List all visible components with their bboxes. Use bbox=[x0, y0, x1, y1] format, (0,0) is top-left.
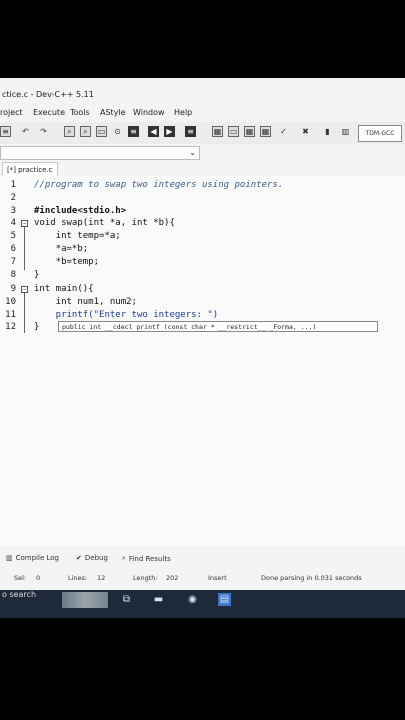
tab-label: Debug bbox=[84, 554, 108, 562]
signature-tooltip: public int __cdecl printf (const char * … bbox=[58, 321, 378, 332]
lines-value: 12 bbox=[97, 574, 106, 582]
debug-icon: ✔ bbox=[76, 554, 82, 562]
compile-icon[interactable]: ▦ bbox=[212, 126, 223, 137]
sel-label: Sel: bbox=[14, 574, 27, 582]
line-number: 9 bbox=[10, 284, 16, 294]
compiler-label: TDM-GCC bbox=[365, 130, 395, 137]
code-line: 4 − void swap(int *a, int *b){ bbox=[0, 218, 405, 231]
menu-help[interactable]: Help bbox=[174, 108, 192, 117]
compile-log-icon: ▥ bbox=[6, 554, 13, 562]
line-number: 3 bbox=[10, 206, 16, 216]
bottom-panel-tabs: ▥ Compile Log ✔ Debug ⌕ Find Results bbox=[0, 552, 405, 566]
line-text: //program to swap two integers using poi… bbox=[34, 180, 284, 190]
line-text: int main(){ bbox=[34, 284, 94, 294]
line-number: 11 bbox=[5, 310, 16, 320]
status-bar: Sel: 0 Lines: 12 Length: 202 Insert Done… bbox=[0, 572, 405, 586]
line-text: int num1, num2; bbox=[34, 297, 137, 307]
code-line: 9 − int main(){ bbox=[0, 284, 405, 297]
line-number: 1 bbox=[10, 180, 16, 190]
line-text: int temp=*a; bbox=[34, 231, 121, 241]
scope-select[interactable]: ⌄ bbox=[0, 146, 200, 160]
lines-label: Lines: bbox=[68, 574, 88, 582]
compile-run-icon[interactable]: ▦ bbox=[244, 126, 255, 137]
length-value: 202 bbox=[166, 574, 179, 582]
line-text: void swap(int *a, int *b){ bbox=[34, 218, 175, 228]
editor-tabs: [*] practice.c bbox=[0, 162, 405, 177]
goto-icon[interactable]: ▭ bbox=[96, 126, 107, 137]
line-number: 8 bbox=[10, 270, 16, 280]
line-text: *b=temp; bbox=[34, 257, 100, 267]
menu-project[interactable]: roject bbox=[0, 108, 23, 117]
compiler-select[interactable]: TDM-GCC bbox=[358, 125, 402, 142]
taskbar: o search ⧉ ▬ ◉ ▤ bbox=[0, 590, 405, 618]
menu-execute[interactable]: Execute bbox=[33, 108, 65, 117]
line-number: 10 bbox=[5, 297, 16, 307]
code-line: 10 int num1, num2; bbox=[0, 297, 405, 310]
unindent-icon[interactable]: ◀ bbox=[148, 126, 159, 137]
code-line: 7 *b=temp; bbox=[0, 257, 405, 270]
code-line: 5 int temp=*a; bbox=[0, 231, 405, 244]
menu-astyle[interactable]: AStyle bbox=[100, 108, 126, 117]
sel-value: 0 bbox=[36, 574, 41, 582]
length-label: Length: bbox=[133, 574, 158, 582]
line-number: 2 bbox=[10, 193, 16, 203]
tab-practice[interactable]: [*] practice.c bbox=[2, 162, 58, 177]
menu-bar: roject Execute Tools AStyle Window Help bbox=[0, 106, 405, 120]
code-editor[interactable]: 1 //program to swap two integers using p… bbox=[0, 176, 405, 546]
taskbar-search[interactable]: o search bbox=[2, 590, 36, 599]
stop-icon[interactable]: ✖ bbox=[300, 126, 311, 137]
new-file-icon[interactable]: ≡ bbox=[0, 126, 11, 137]
menu-window[interactable]: Window bbox=[133, 108, 165, 117]
line-number: 5 bbox=[10, 231, 16, 241]
line-number: 6 bbox=[10, 244, 16, 254]
indent-icon[interactable]: ≡ bbox=[128, 126, 139, 137]
line-text: } bbox=[34, 270, 40, 280]
search-highlight-image bbox=[62, 592, 108, 608]
code-line: 2 bbox=[0, 193, 405, 206]
code-line: 8 } bbox=[0, 270, 405, 283]
find-icon[interactable]: ⌕ bbox=[64, 126, 75, 137]
insert-mode: Insert bbox=[208, 574, 227, 582]
screen: ctice.c - Dev-C++ 5.11 roject Execute To… bbox=[0, 78, 405, 618]
undo-icon[interactable]: ↶ bbox=[20, 126, 31, 137]
fold-collapse-icon[interactable]: − bbox=[21, 220, 28, 227]
line-text: } bbox=[34, 322, 40, 332]
chevron-down-icon[interactable]: ⌄ bbox=[189, 148, 196, 157]
line-number: 4 bbox=[10, 218, 16, 228]
tab-label: Compile Log bbox=[15, 554, 59, 562]
toggle-icon[interactable]: ≡ bbox=[185, 126, 196, 137]
line-number: 12 bbox=[5, 322, 16, 332]
window-title: ctice.c - Dev-C++ 5.11 bbox=[2, 90, 94, 99]
line-text: printf("Enter two integers: ") bbox=[34, 310, 219, 320]
task-view-icon[interactable]: ⧉ bbox=[120, 593, 133, 606]
line-text: *a=*b; bbox=[34, 244, 89, 254]
search-icon[interactable]: ⊙ bbox=[112, 126, 123, 137]
replace-icon[interactable]: ⌕ bbox=[80, 126, 91, 137]
code-line: 1 //program to swap two integers using p… bbox=[0, 180, 405, 193]
app-icon[interactable]: ▤ bbox=[218, 593, 231, 606]
file-explorer-icon[interactable]: ▬ bbox=[152, 593, 165, 606]
tab-label: Find Results bbox=[128, 554, 171, 563]
line-number: 7 bbox=[10, 257, 16, 267]
code-line: 6 *a=*b; bbox=[0, 244, 405, 257]
tab-debug[interactable]: ✔ Debug bbox=[76, 554, 108, 562]
find-icon: ⌕ bbox=[122, 554, 126, 562]
run-icon[interactable]: ▭ bbox=[228, 126, 239, 137]
chrome-icon[interactable]: ◉ bbox=[186, 593, 199, 606]
tab-find-results[interactable]: ⌕ Find Results bbox=[122, 554, 171, 563]
line-text: #include<stdio.h> bbox=[34, 206, 127, 216]
redo-icon[interactable]: ↷ bbox=[38, 126, 49, 137]
menu-tools[interactable]: Tools bbox=[70, 108, 90, 117]
profile-icon[interactable]: ▮ bbox=[322, 126, 333, 137]
title-bar: ctice.c - Dev-C++ 5.11 bbox=[0, 88, 405, 102]
chart-icon[interactable]: ▥ bbox=[340, 126, 351, 137]
comment-icon[interactable]: ▶ bbox=[164, 126, 175, 137]
check-syntax-icon[interactable]: ✓ bbox=[278, 126, 289, 137]
rebuild-icon[interactable]: ▦ bbox=[260, 126, 271, 137]
parse-message: Done parsing in 0.031 seconds bbox=[261, 574, 362, 582]
tab-compile-log[interactable]: ▥ Compile Log bbox=[6, 554, 59, 562]
toolbar: ≡ ↶ ↷ ⌕ ⌕ ▭ ⊙ ≡ ◀ ▶ ≡ ▦ ▭ ▦ ▦ ✓ ✖ ▮ ▥ TD… bbox=[0, 122, 405, 144]
fold-collapse-icon[interactable]: − bbox=[21, 286, 28, 293]
